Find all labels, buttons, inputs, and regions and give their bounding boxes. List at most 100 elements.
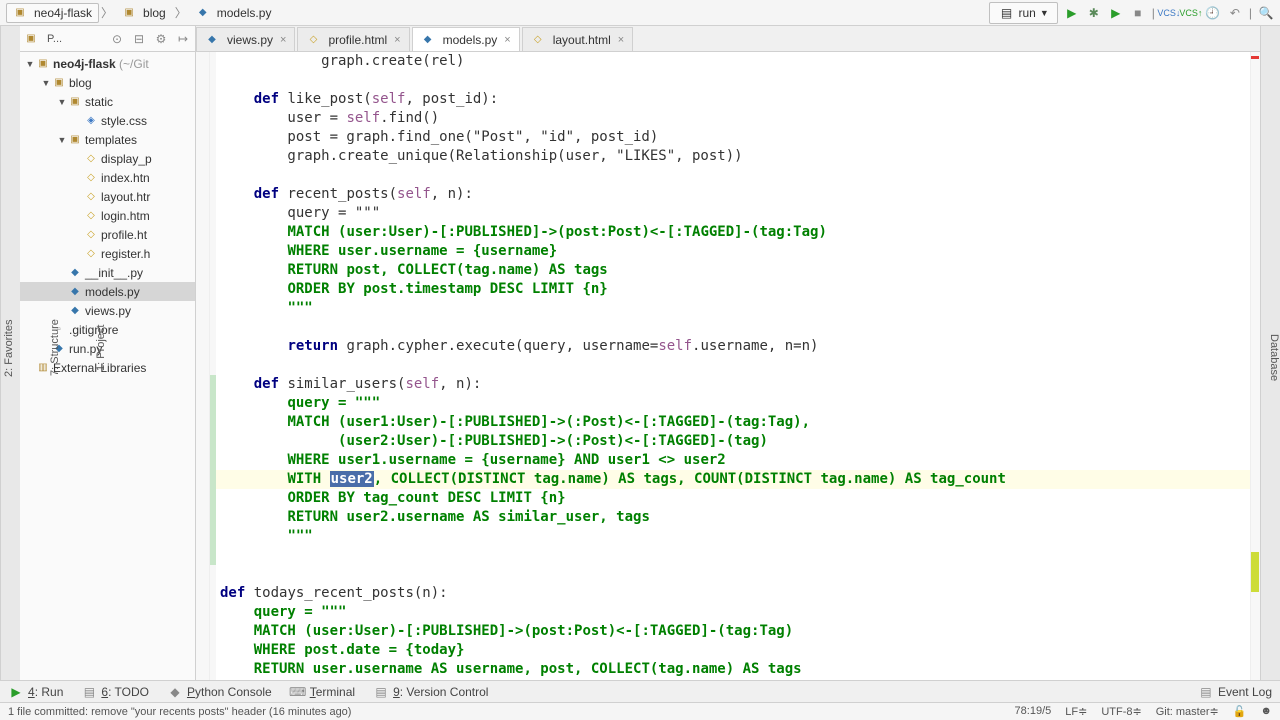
bottom-tab[interactable]: ▤6: TODO	[81, 684, 149, 700]
tree-item[interactable]: ◈style.css	[20, 111, 195, 130]
encoding-selector[interactable]: UTF-8≑	[1101, 705, 1141, 718]
tool-tab-structure[interactable]: 7: Structure	[47, 314, 63, 383]
code-line[interactable]: user = self.find()	[216, 109, 1250, 128]
tree-item[interactable]: ◇profile.ht	[20, 225, 195, 244]
code-line[interactable]: query = """	[216, 394, 1250, 413]
close-icon[interactable]: ×	[280, 34, 286, 46]
html-file-icon: ◇	[306, 33, 320, 47]
vcs-history-icon[interactable]: 🕘	[1205, 5, 1221, 21]
debug-icon[interactable]: ✱	[1086, 5, 1102, 21]
gear-icon[interactable]: ⚙	[153, 31, 169, 47]
code-line[interactable]: WHERE post.date = {today}	[216, 641, 1250, 660]
caret-position[interactable]: 78:19/5	[1015, 705, 1052, 718]
breadcrumb-root[interactable]: ▣neo4j-flask	[6, 3, 99, 23]
error-marker-icon[interactable]	[1251, 56, 1259, 59]
editor-tab[interactable]: ◇profile.html×	[297, 27, 409, 51]
hide-icon[interactable]: ↦	[175, 31, 191, 47]
expand-toggle-icon[interactable]: ▼	[56, 135, 68, 145]
hector-icon[interactable]: ☻	[1260, 705, 1272, 718]
bottom-tab[interactable]: ▤9: Version Control	[373, 684, 488, 700]
search-icon[interactable]: 🔍	[1258, 5, 1274, 21]
collapse-all-icon[interactable]: ⊟	[131, 31, 147, 47]
tree-item[interactable]: ◇index.htn	[20, 168, 195, 187]
tool-tab-favorites[interactable]: 2: Favorites	[1, 313, 17, 382]
editor-tab[interactable]: ◆views.py×	[196, 27, 295, 51]
code-line[interactable]	[216, 318, 1250, 337]
code-line[interactable]	[216, 546, 1250, 565]
code-line[interactable]: WHERE user.username = {username}	[216, 242, 1250, 261]
close-icon[interactable]: ×	[394, 34, 400, 46]
tree-item[interactable]: ◇register.h	[20, 244, 195, 263]
tree-item[interactable]: ▼▣blog	[20, 73, 195, 92]
code-line[interactable]: """	[216, 527, 1250, 546]
code-line[interactable]: graph.create(rel)	[216, 52, 1250, 71]
git-branch-selector[interactable]: Git: master≑	[1156, 705, 1219, 718]
tree-item[interactable]: ◇login.htm	[20, 206, 195, 225]
code-line[interactable]: ORDER BY post.timestamp DESC LIMIT {n}	[216, 280, 1250, 299]
code-line[interactable]: MATCH (user:User)-[:PUBLISHED]->(post:Po…	[216, 622, 1250, 641]
tree-item[interactable]: ◆models.py	[20, 282, 195, 301]
code-line[interactable]: query = """	[216, 204, 1250, 223]
tool-tab-database[interactable]: Database	[1268, 334, 1280, 381]
code-line[interactable]: RETURN user2.username AS similar_user, t…	[216, 508, 1250, 527]
editor-tab[interactable]: ◇layout.html×	[522, 27, 633, 51]
bottom-tool-stripe: ▶4: Run ▤6: TODO ◆Python Console ⌨Terminal ▤…	[0, 680, 1280, 702]
warning-marker-icon[interactable]	[1251, 552, 1259, 592]
run-config-selector[interactable]: ▤run ▼	[989, 2, 1057, 24]
code-line[interactable]: MATCH (user:User)-[:PUBLISHED]->(post:Po…	[216, 223, 1250, 242]
code-line[interactable]	[216, 565, 1250, 584]
lock-icon[interactable]: 🔓	[1233, 705, 1247, 718]
code-line[interactable]: MATCH (user1:User)-[:PUBLISHED]->(:Post)…	[216, 413, 1250, 432]
scroll-to-source-icon[interactable]: ⊙	[109, 31, 125, 47]
tree-root[interactable]: ▼ ▣ neo4j-flask (~/Git	[20, 54, 195, 73]
code-line[interactable]: def similar_users(self, n):	[216, 375, 1250, 394]
line-ending-selector[interactable]: LF≑	[1065, 705, 1087, 718]
vcs-commit-icon[interactable]: VCS↑	[1183, 5, 1199, 21]
run-icon[interactable]: ▶	[1064, 5, 1080, 21]
code-line[interactable]: RETURN user.username AS username, post, …	[216, 660, 1250, 679]
breadcrumb-item[interactable]: ▣blog	[115, 3, 173, 23]
code-line[interactable]: query = """	[216, 603, 1250, 622]
code-line[interactable]: graph.create_unique(Relationship(user, "…	[216, 147, 1250, 166]
vcs-update-icon[interactable]: VCS↓	[1161, 5, 1177, 21]
code-line[interactable]: def like_post(self, post_id):	[216, 90, 1250, 109]
expand-toggle-icon[interactable]: ▼	[40, 78, 52, 88]
expand-toggle-icon[interactable]: ▼	[56, 97, 68, 107]
code-line[interactable]: def recent_posts(self, n):	[216, 185, 1250, 204]
code-line[interactable]: post = graph.find_one("Post", "id", post…	[216, 128, 1250, 147]
expand-toggle-icon[interactable]: ▼	[24, 59, 36, 69]
bottom-tab[interactable]: ◆Python Console	[167, 684, 272, 700]
code-line[interactable]: def todays_recent_posts(n):	[216, 584, 1250, 603]
undo-icon[interactable]: ↶	[1227, 5, 1243, 21]
code-line[interactable]: WITH user2, COLLECT(DISTINCT tag.name) A…	[216, 470, 1250, 489]
code-line[interactable]: ORDER BY tag_count DESC LIMIT {n}	[216, 489, 1250, 508]
tree-item[interactable]: ◇layout.htr	[20, 187, 195, 206]
code-line[interactable]: return graph.cypher.execute(query, usern…	[216, 337, 1250, 356]
tree-item[interactable]: ▼▣templates	[20, 130, 195, 149]
tree-item[interactable]: ◇display_p	[20, 149, 195, 168]
close-icon[interactable]: ×	[618, 34, 624, 46]
bottom-tab[interactable]: ▶4: Run	[8, 684, 63, 700]
project-view-label[interactable]: P...	[47, 33, 62, 45]
code-line[interactable]: """	[216, 299, 1250, 318]
code-line[interactable]: (user2:User)-[:PUBLISHED]->(:Post)<-[:TA…	[216, 432, 1250, 451]
code-line[interactable]: WHERE user1.username = {username} AND us…	[216, 451, 1250, 470]
tree-item[interactable]: ◆__init__.py	[20, 263, 195, 282]
code-line[interactable]	[216, 356, 1250, 375]
run-coverage-icon[interactable]: ▶	[1108, 5, 1124, 21]
bottom-tab[interactable]: ⌨Terminal	[290, 684, 355, 700]
close-icon[interactable]: ×	[504, 34, 510, 46]
editor-tab[interactable]: ◆models.py×	[412, 27, 520, 51]
code-editor[interactable]: graph.create(rel) def like_post(self, po…	[196, 52, 1260, 680]
error-stripe[interactable]	[1250, 52, 1260, 680]
tool-tab-project[interactable]: 1: Project	[93, 319, 109, 377]
code-line[interactable]	[216, 71, 1250, 90]
code-text[interactable]: graph.create(rel) def like_post(self, po…	[216, 52, 1250, 680]
event-log-button[interactable]: ▤Event Log	[1198, 684, 1272, 700]
html-icon: ◇	[84, 228, 98, 242]
stop-icon[interactable]: ■	[1130, 5, 1146, 21]
code-line[interactable]: RETURN post, COLLECT(tag.name) AS tags	[216, 261, 1250, 280]
breadcrumb-item[interactable]: ◆models.py	[189, 3, 279, 23]
code-line[interactable]	[216, 166, 1250, 185]
tree-item[interactable]: ▼▣static	[20, 92, 195, 111]
